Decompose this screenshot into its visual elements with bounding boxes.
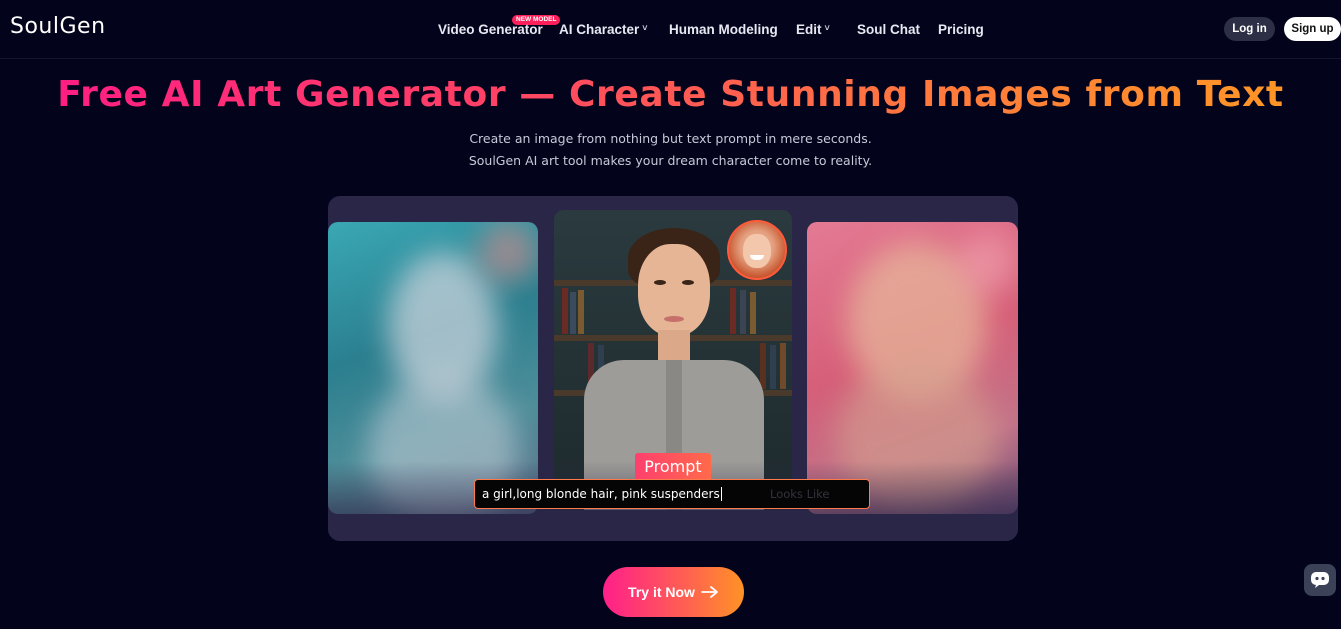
page-title: Free AI Art Generator — Create Stunning … (0, 74, 1341, 115)
top-navigation: SoulGen NEW MODEL Video Generator AI Cha… (0, 0, 1341, 59)
arrow-right-icon (701, 586, 718, 598)
nav-item-label: Video Generator (438, 22, 543, 37)
try-it-now-button[interactable]: Try it Now (603, 567, 744, 617)
nav-item-label: Pricing (938, 22, 984, 37)
nav-item-pricing[interactable]: Pricing (938, 22, 984, 37)
try-it-now-label: Try it Now (628, 584, 695, 600)
nav-item-ai-character[interactable]: AI Character ˅ (559, 22, 648, 37)
prompt-ghost-text: Looks Like (770, 487, 830, 501)
nav-item-label: AI Character (559, 22, 640, 37)
prompt-label-tag: Prompt (635, 453, 711, 480)
signup-button[interactable]: Sign up (1284, 17, 1341, 41)
login-button[interactable]: Log in (1224, 17, 1275, 41)
nav-item-edit[interactable]: Edit ˅ (796, 22, 830, 37)
nav-item-human-modeling[interactable]: Human Modeling (669, 22, 778, 37)
chevron-down-icon: ˅ (824, 23, 830, 33)
prompt-input-value: a girl,long blonde hair, pink suspenders (482, 487, 720, 501)
hero-subtitle-line-2: SoulGen AI art tool makes your dream cha… (468, 153, 873, 168)
hero-subtitle-line-1: Create an image from nothing but text pr… (469, 131, 872, 146)
nav-item-label: Human Modeling (669, 22, 778, 37)
reference-face-avatar (727, 220, 787, 280)
chat-support-button[interactable] (1304, 564, 1336, 596)
chat-bubble-icon (1311, 572, 1329, 588)
nav-item-label: Edit (796, 22, 822, 37)
nav-links: NEW MODEL Video Generator AI Character ˅ … (0, 0, 1341, 58)
nav-item-video-generator[interactable]: Video Generator (438, 22, 543, 37)
text-cursor (720, 487, 722, 501)
nav-item-soul-chat[interactable]: Soul Chat (857, 22, 920, 37)
chevron-down-icon: ˅ (642, 23, 648, 33)
nav-item-label: Soul Chat (857, 22, 920, 37)
